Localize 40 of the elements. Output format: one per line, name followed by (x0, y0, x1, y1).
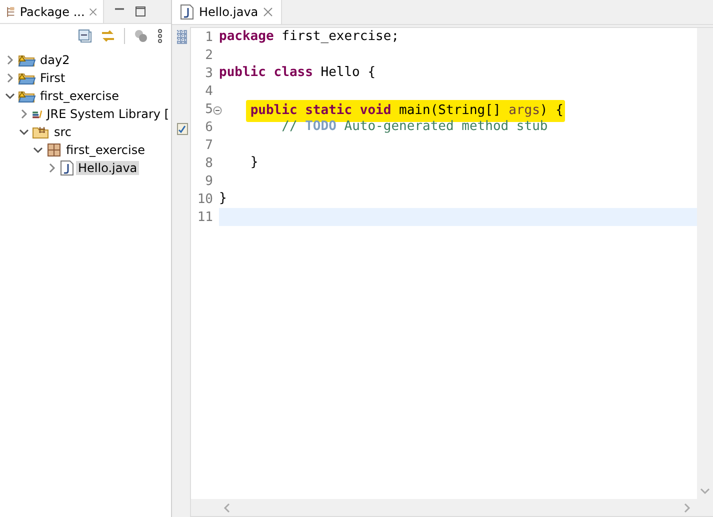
fold-minus-icon[interactable] (213, 106, 222, 114)
line-number: 11 (196, 210, 213, 224)
tree-item[interactable]: src (52, 125, 74, 139)
tree-item[interactable]: First (38, 71, 68, 85)
java-file-icon (60, 160, 74, 176)
tree-item[interactable]: day2 (38, 53, 72, 67)
tree-item[interactable]: first_exercise (38, 89, 121, 103)
source-folder-icon (32, 124, 50, 140)
tree-item[interactable]: first_exercise (64, 143, 147, 157)
line-number: 3 (204, 66, 213, 80)
code-line: } (219, 191, 227, 206)
filter-icon[interactable] (133, 29, 149, 43)
collapse-all-icon[interactable] (78, 29, 92, 43)
view-menu-icon[interactable] (157, 29, 163, 43)
line-number: 4 (204, 84, 213, 98)
line-number: 10 (196, 192, 213, 206)
tree-item[interactable]: Hello.java (76, 161, 140, 175)
close-icon[interactable] (263, 7, 274, 17)
code-line: } (249, 155, 258, 170)
maximize-icon[interactable] (135, 6, 146, 17)
link-arrows-icon[interactable] (100, 29, 116, 43)
line-number: 1 (191, 30, 213, 44)
package-explorer-icon (6, 4, 16, 18)
code-line: public class Hello { (219, 65, 376, 80)
java-file-icon (180, 4, 194, 20)
line-number: 9 (204, 174, 213, 188)
line-number: 2 (204, 48, 213, 62)
code-line: // TODO Auto-generated method stub (280, 119, 548, 134)
scroll-down-icon[interactable] (700, 487, 710, 495)
line-number: 7 (204, 138, 213, 152)
line-number: 8 (204, 156, 213, 170)
tree-item[interactable]: JRE System Library [ (44, 107, 171, 121)
editor-tab[interactable]: Hello.java (172, 0, 282, 24)
line-number: 6 (191, 120, 213, 134)
close-icon[interactable] (88, 6, 97, 16)
package-icon (46, 142, 62, 158)
line-number: 5 (191, 102, 213, 116)
code-line: package first_exercise; (219, 29, 400, 44)
scroll-left-icon[interactable] (223, 502, 231, 512)
scroll-right-icon[interactable] (683, 502, 691, 512)
